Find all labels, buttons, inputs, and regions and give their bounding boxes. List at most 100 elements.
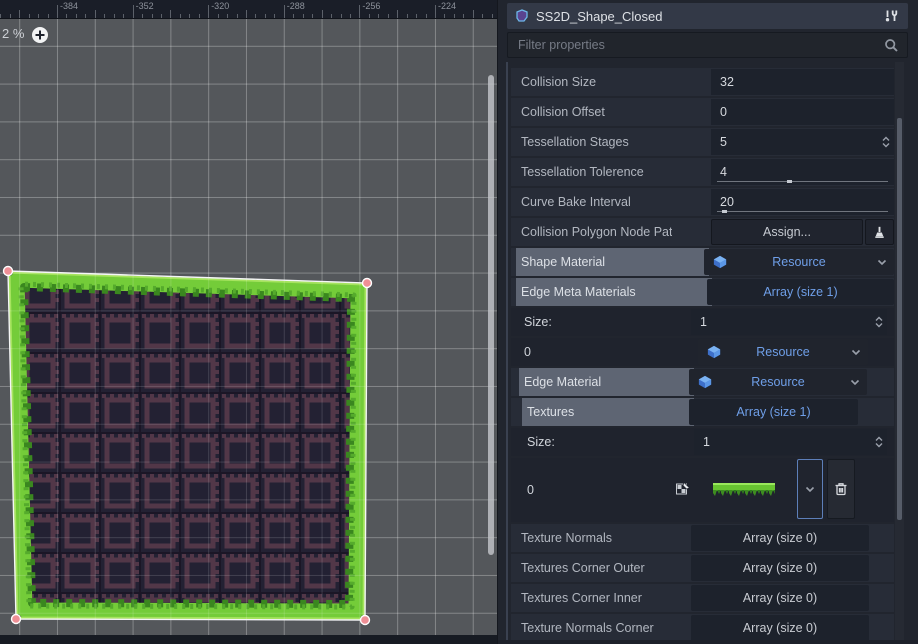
plus-circle-icon[interactable]	[31, 26, 49, 44]
control-point-handle[interactable]	[363, 279, 372, 288]
property-label: Textures Corner Inner	[516, 584, 642, 612]
ruler-tick	[388, 14, 389, 18]
ruler-tick	[95, 10, 96, 18]
resource-dropdown[interactable]: Resource	[698, 339, 868, 365]
property-label: Size:	[522, 428, 555, 456]
ruler-tick	[199, 14, 200, 18]
property-row-tessellation-tolerence: Tessellation Tolerence 4	[511, 158, 894, 186]
property-row-size: Size: 1	[511, 428, 894, 456]
control-point-handle[interactable]	[12, 615, 21, 624]
chevron-down-icon	[850, 346, 862, 358]
field-value: 20	[720, 195, 734, 209]
value-field[interactable]: 1	[694, 429, 887, 455]
property-row-collision-offset: Collision Offset 0	[511, 98, 894, 126]
spinner-updown-icon[interactable]	[874, 315, 884, 329]
value-field[interactable]: 32	[711, 69, 894, 95]
viewport-bottom-edge	[0, 635, 497, 644]
property-row-textures-corner-inner: Textures Corner Inner Array (size 0)	[511, 584, 894, 612]
value-field[interactable]: 0	[711, 99, 894, 125]
viewport-vertical-scrollbar[interactable]	[488, 75, 494, 555]
ruler-tick	[133, 5, 134, 18]
trash-icon	[833, 481, 849, 497]
filter-properties-input[interactable]: Filter properties	[507, 32, 908, 58]
array-label: Array (size 1)	[736, 405, 810, 419]
property-label: Collision Offset	[516, 98, 605, 126]
property-row-0: 0 Resource	[511, 338, 894, 366]
assign-button[interactable]: Assign...	[711, 219, 863, 245]
ruler-label: -288	[287, 1, 305, 11]
property-row-texture-normals: Texture Normals Array (size 0)	[511, 524, 894, 552]
slider-track[interactable]	[717, 211, 888, 212]
value-field[interactable]: 1	[691, 309, 887, 335]
array-button[interactable]: Array (size 0)	[691, 615, 869, 641]
inspector-scrollbar[interactable]	[895, 62, 904, 644]
godot-editor: 2 % -384-352-320-288-256-224 SS2D_Shape_…	[0, 0, 918, 644]
property-label: Tessellation Tolerence	[516, 158, 644, 186]
value-field[interactable]: 20	[711, 189, 894, 215]
slider-grabber[interactable]	[722, 210, 727, 213]
resource-dropdown[interactable]: Resource	[704, 249, 894, 275]
property-label[interactable]: Shape Material	[516, 248, 709, 276]
control-point-handle[interactable]	[361, 616, 370, 625]
ruler-tick	[19, 10, 20, 18]
inspector-scrollbar-thumb[interactable]	[897, 118, 902, 520]
resource-label: Resource	[689, 369, 867, 395]
tools-icon[interactable]	[882, 8, 900, 24]
assign-label: Assign...	[763, 225, 811, 239]
ruler-tick	[359, 5, 360, 18]
control-point-handle[interactable]	[4, 267, 13, 276]
property-label: Collision Polygon Node Pat	[516, 218, 672, 246]
delete-texture-button[interactable]	[827, 459, 855, 519]
spinner-updown-icon[interactable]	[874, 435, 884, 449]
property-label: 0	[522, 458, 534, 522]
property-row-collision-size: Collision Size 32	[511, 68, 894, 96]
ruler-tick	[246, 10, 247, 18]
ruler-tick	[218, 14, 219, 18]
array-button[interactable]: Array (size 0)	[691, 555, 869, 581]
texture-dropdown-button[interactable]	[797, 459, 823, 519]
resource-label: Resource	[704, 249, 894, 275]
ruler-tick	[378, 14, 379, 18]
property-label[interactable]: Edge Material	[519, 368, 694, 396]
ruler-tick	[237, 14, 238, 18]
property-row-textures-corner-outer: Textures Corner Outer Array (size 0)	[511, 554, 894, 582]
texture-thumbnail[interactable]	[713, 479, 775, 501]
array-button[interactable]: Array (size 0)	[691, 585, 869, 611]
slider-track[interactable]	[717, 181, 888, 182]
property-label: 0	[519, 338, 531, 366]
spinner-updown-icon[interactable]	[881, 135, 891, 149]
array-button[interactable]: Array (size 1)	[707, 279, 894, 305]
zoom-percentage: 2 %	[2, 26, 24, 41]
chevron-down-icon	[876, 256, 888, 268]
property-row-textures: Textures Array (size 1)	[511, 398, 894, 426]
resource-dropdown[interactable]: Resource	[689, 369, 867, 395]
property-label[interactable]: Edge Meta Materials	[516, 278, 712, 306]
nodepath-copy-button[interactable]	[865, 219, 894, 245]
array-label: Array (size 1)	[763, 285, 837, 299]
value-field[interactable]: 5	[711, 129, 894, 155]
field-value: 1	[703, 435, 710, 449]
property-label: Texture Normals Corner	[516, 614, 654, 642]
array-label: Array (size 0)	[743, 561, 817, 575]
property-label: Collision Size	[516, 68, 596, 96]
ruler-tick	[227, 14, 228, 18]
ruler-tick	[208, 5, 209, 18]
property-label[interactable]: Textures	[522, 398, 694, 426]
array-label: Array (size 0)	[743, 591, 817, 605]
slider-grabber[interactable]	[787, 180, 792, 183]
brush-icon	[872, 224, 887, 240]
value-field[interactable]: 4	[711, 159, 894, 185]
property-row-curve-bake-interval: Curve Bake Interval 20	[511, 188, 894, 216]
field-value: 32	[720, 75, 734, 89]
array-button[interactable]: Array (size 0)	[691, 525, 869, 551]
ruler-tick	[114, 14, 115, 18]
property-row-shape-material: Shape Material Resource	[511, 248, 894, 276]
viewport-canvas[interactable]: 2 %	[0, 18, 497, 635]
texture-edit-icon[interactable]	[675, 481, 691, 497]
ruler-tick	[48, 14, 49, 18]
ruler-tick	[255, 14, 256, 18]
array-button[interactable]: Array (size 1)	[689, 399, 858, 425]
ruler-tick	[180, 14, 181, 18]
ruler-tick	[407, 14, 408, 18]
ruler-label: -320	[211, 1, 229, 11]
